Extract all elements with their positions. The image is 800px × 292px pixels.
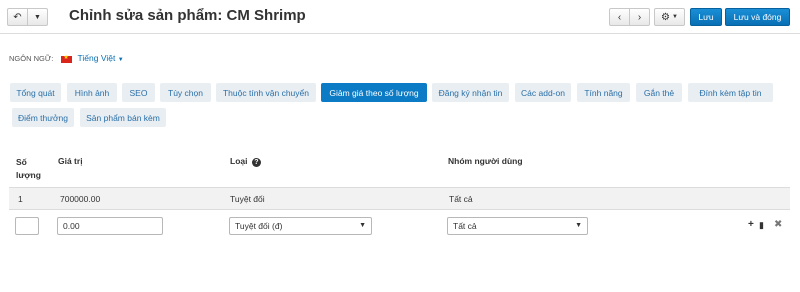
type-select[interactable]: Tuyệt đối (đ) ▼ [229,217,372,235]
settings-button[interactable]: ⚙ ▼ [654,8,685,26]
tab-reward-points[interactable]: Điểm thưởng [12,108,74,127]
chevron-right-icon: › [637,11,642,23]
caret-down-icon: ▼ [34,13,41,21]
help-icon[interactable]: ? [251,158,261,167]
tab-tags[interactable]: Gắn thẻ [636,83,682,102]
column-header-quantity: Số lượng [16,157,41,180]
page-title: Chỉnh sửa sản phẩm: CM Shrimp [69,7,306,24]
tab-shipping-properties[interactable]: Thuộc tính vận chuyển [216,83,316,102]
add-icon[interactable]: + [748,219,754,230]
value-input[interactable]: 0.00 [57,217,163,235]
column-header-type: Loại ? [230,156,261,167]
language-selector: NGÔN NGỮ: Tiếng Việt ▼ [9,53,124,63]
column-header-user-group: Nhóm người dùng [448,156,523,166]
tab-quantity-discounts[interactable]: Giảm giá theo số lượng [321,83,427,102]
tab-features[interactable]: Tính năng [577,83,630,102]
vietnam-flag-icon [61,54,73,63]
back-button[interactable]: ↶ [7,8,28,26]
language-label: NGÔN NGỮ: [9,54,54,63]
value-cell: 700000.00 [60,194,101,204]
prev-product-button[interactable]: ‹ [609,8,630,26]
clone-icon[interactable]: ▮ [759,220,764,231]
gear-icon: ⚙ [661,11,670,23]
table-row: 1 700000.00 Tuyệt đối Tất cả [9,187,790,210]
save-and-close-button[interactable]: Lưu và đóng [725,8,790,26]
tab-options[interactable]: Tùy chọn [160,83,211,102]
caret-down-icon: ▼ [359,222,366,229]
next-product-button[interactable]: › [629,8,650,26]
tab-seo[interactable]: SEO [122,83,155,102]
caret-down-icon: ▼ [117,57,124,63]
tab-addons[interactable]: Các add-on [515,83,571,102]
save-button[interactable]: Lưu [690,8,722,26]
back-arrow-icon: ↶ [13,11,22,23]
toolbar: ↶ ▼ Chỉnh sửa sản phẩm: CM Shrimp ‹ › ⚙ … [0,0,800,34]
tab-images[interactable]: Hình ảnh [67,83,117,102]
column-header-value: Giá trị [58,156,83,166]
quantity-input[interactable] [15,217,39,235]
tab-attachments[interactable]: Đính kèm tập tin [688,83,773,102]
chevron-left-icon: ‹ [617,11,622,23]
type-cell: Tuyệt đối [230,194,265,204]
user-group-select[interactable]: Tất cả ▼ [447,217,588,235]
quantity-cell: 1 [18,194,23,204]
caret-down-icon: ▼ [672,14,678,20]
tab-subscribers[interactable]: Đăng ký nhận tin [432,83,509,102]
back-dropdown-button[interactable]: ▼ [27,8,48,26]
user-group-cell: Tất cả [449,194,473,204]
tab-required-products[interactable]: Sản phẩm bán kèm [80,108,166,127]
caret-down-icon: ▼ [575,222,582,229]
remove-icon[interactable]: ✖ [774,219,782,230]
tab-general[interactable]: Tổng quát [10,83,61,102]
language-dropdown[interactable]: Tiếng Việt ▼ [78,53,124,63]
